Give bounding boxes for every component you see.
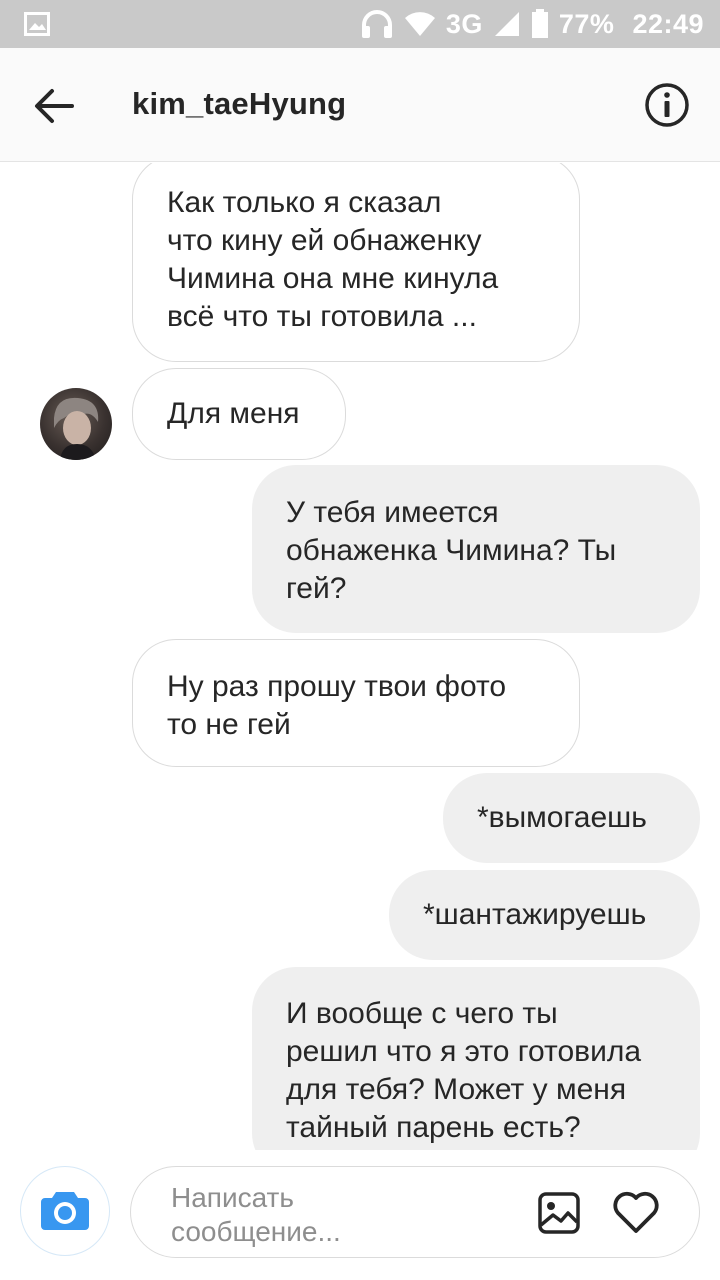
message-bubble-outgoing[interactable]: И вообще с чего ты решил что я это готов… [252,967,700,1150]
battery-percent: 77% [558,8,615,39]
gallery-notification-icon [24,12,50,41]
message-composer: Написать сообщение... [0,1150,720,1280]
message-bubble-outgoing[interactable]: У тебя имеется обнаженка Чимина? Ты гей? [252,465,700,633]
message-text: У тебя имеется обнаженка Чимина? Ты гей? [286,496,617,605]
like-button[interactable] [611,1189,661,1235]
message-bubble-outgoing[interactable]: *шантажируешь [389,870,700,960]
message-text: Ну раз прошу твои фото то не гей [167,670,507,741]
camera-icon [41,1192,89,1230]
back-button[interactable] [30,84,78,128]
message-bubble-incoming[interactable]: Для меня [132,368,346,460]
info-button[interactable] [644,82,690,128]
conversation-title[interactable]: kim_taeHyung [132,86,346,122]
status-bar: 3G 77% 22:49 [0,0,720,48]
battery-icon [531,9,549,39]
chat-header: kim_taeHyung [0,48,720,162]
message-bubble-outgoing[interactable]: *вымогаешь [443,773,700,863]
avatar[interactable] [40,388,112,460]
message-input-placeholder: Написать сообщение... [171,1182,341,1247]
image-icon [538,1192,580,1234]
camera-button[interactable] [20,1166,110,1256]
signal-icon [493,10,521,38]
message-text: Как только я сказал что кину ей обнаженк… [167,186,499,333]
message-bubble-incoming[interactable]: Как только я сказал что кину ей обнаженк… [132,163,580,362]
arrow-left-icon [35,89,74,123]
wifi-icon [404,10,436,38]
message-text: Для меня [167,397,300,430]
clock: 22:49 [632,8,704,39]
headphones-icon [360,9,394,39]
network-type: 3G [445,8,483,39]
message-thread[interactable]: Как только я сказал что кину ей обнаженк… [0,163,720,1150]
info-icon [645,83,689,127]
message-input[interactable]: Написать сообщение... [130,1166,700,1258]
message-text: И вообще с чего ты решил что я это готов… [286,997,642,1144]
heart-icon [613,1191,659,1233]
message-text: *вымогаешь [477,801,647,834]
message-bubble-incoming[interactable]: Ну раз прошу твои фото то не гей [132,639,580,767]
gallery-button[interactable] [537,1191,581,1235]
message-text: *шантажируешь [423,898,647,931]
